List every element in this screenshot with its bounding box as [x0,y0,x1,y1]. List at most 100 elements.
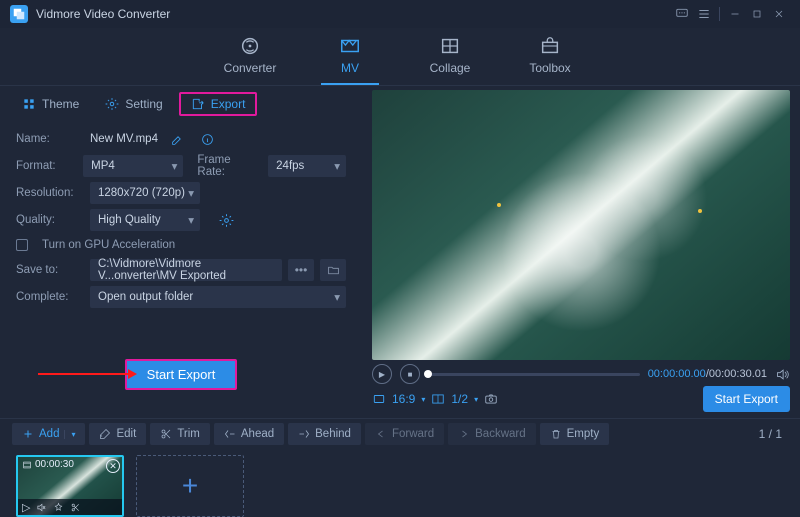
edit-name-icon[interactable] [168,129,188,149]
volume-icon[interactable] [775,367,790,382]
stop-button[interactable]: ■ [400,364,420,384]
btn-label: Backward [475,428,526,440]
btn-label: Behind [315,428,351,440]
gpu-checkbox[interactable] [16,239,28,251]
minimize-button[interactable] [724,3,746,25]
video-preview[interactable] [372,90,790,360]
format-select[interactable]: MP4 ▾ [83,155,183,177]
tab-mv[interactable]: MV [315,35,385,79]
edit-button[interactable]: Edit [89,423,146,445]
format-label: Format: [16,160,75,172]
backward-button: Backward [448,423,536,445]
format-value: MP4 [91,160,115,172]
quality-label: Quality: [16,214,82,226]
marker-icon [497,203,501,207]
total-time: 00:00:30.01 [709,368,767,380]
gpu-label: Turn on GPU Acceleration [42,239,175,251]
clip-effect-icon[interactable] [53,502,64,513]
clip-duration-value: 00:00:30 [35,459,74,470]
preview-page-select[interactable]: 1/2 ▾ [431,392,478,406]
menu-icon[interactable] [693,3,715,25]
framerate-label: Frame Rate: [197,154,260,178]
main-area: Theme Setting Export Name: New MV.mp4 [0,86,800,419]
clip-thumb[interactable]: 00:00:30 ✕ ▷ [16,455,124,517]
subtab-label: Theme [42,97,79,111]
preview-pane: ▶ ■ 00:00:00.00/00:00:30.01 16:9 ▾ 1/2 ▾ [362,86,800,418]
pagination: 1 / 1 [759,427,788,441]
tab-toolbox[interactable]: Toolbox [515,35,585,79]
btn-label: Trim [177,428,200,440]
resolution-label: Resolution: [16,187,82,199]
quality-settings-icon[interactable] [216,210,236,230]
btn-label: Empty [567,428,600,440]
complete-value: Open output folder [98,291,193,303]
marker-icon [698,209,702,213]
clip-toolbar: Add ▾ Edit Trim Ahead Behind Forward Bac… [0,419,800,449]
subtab-theme[interactable]: Theme [12,92,89,116]
tab-label: Converter [224,61,277,75]
main-tabs: Converter MV Collage Toolbox [0,28,800,86]
preview-options: 16:9 ▾ 1/2 ▾ Start Export [372,384,790,412]
app-title: Vidmore Video Converter [36,7,170,21]
tab-collage[interactable]: Collage [415,35,485,79]
remove-clip-button[interactable]: ✕ [106,459,120,473]
settings-pane: Theme Setting Export Name: New MV.mp4 [0,86,362,418]
aspect-value: 16:9 [392,392,415,406]
start-export-area: Start Export [16,354,346,394]
app-logo-icon [10,5,28,23]
btn-label: Edit [116,428,136,440]
tab-label: Toolbox [529,61,570,75]
maximize-button[interactable] [746,3,768,25]
playback-controls: ▶ ■ 00:00:00.00/00:00:30.01 [372,360,790,384]
forward-button: Forward [365,423,444,445]
export-form: Name: New MV.mp4 Format: MP4 ▾ Fra [0,122,362,398]
clip-actions: ▷ [18,499,122,515]
subtab-export[interactable]: Export [179,92,258,116]
timeline: 00:00:30 ✕ ▷ + [0,449,800,513]
btn-label: Ahead [241,428,274,440]
tab-label: Collage [430,61,471,75]
ahead-button[interactable]: Ahead [214,423,284,445]
framerate-value: 24fps [276,160,304,172]
quality-select[interactable]: High Quality ▾ [90,209,200,231]
quality-value: High Quality [98,214,161,226]
behind-button[interactable]: Behind [288,423,361,445]
tab-converter[interactable]: Converter [215,35,285,79]
add-button[interactable]: Add ▾ [12,423,85,445]
subtab-label: Setting [125,97,162,111]
add-clip-button[interactable]: + [136,455,244,517]
progress-slider[interactable] [428,373,640,376]
snapshot-button[interactable] [484,392,498,406]
feedback-icon[interactable] [671,3,693,25]
annotation-arrow-icon [38,373,134,375]
clip-play-icon[interactable]: ▷ [22,501,30,514]
resolution-select[interactable]: 1280x720 (720p) ▾ [90,182,200,204]
play-button[interactable]: ▶ [372,364,392,384]
clip-trim-icon[interactable] [70,502,81,513]
subtab-label: Export [211,97,246,111]
saveto-label: Save to: [16,264,82,276]
saveto-value: C:\Vidmore\Vidmore V...onverter\MV Expor… [98,258,274,282]
aspect-ratio-select[interactable]: 16:9 ▾ [372,392,425,406]
tab-label: MV [341,61,359,75]
start-export-button[interactable]: Start Export [125,359,238,390]
empty-button[interactable]: Empty [540,423,610,445]
trim-button[interactable]: Trim [150,423,210,445]
saveto-path[interactable]: C:\Vidmore\Vidmore V...onverter\MV Expor… [90,259,282,281]
framerate-select[interactable]: 24fps ▾ [268,155,346,177]
subtabs: Theme Setting Export [0,86,362,122]
start-export-button-right[interactable]: Start Export [703,386,790,412]
divider [719,7,720,21]
browse-button[interactable]: ••• [288,259,314,281]
name-label: Name: [16,133,82,145]
btn-label: Add [39,428,59,440]
complete-label: Complete: [16,291,82,303]
close-button[interactable] [768,3,790,25]
open-folder-button[interactable] [320,259,346,281]
subtab-setting[interactable]: Setting [95,92,172,116]
name-value: New MV.mp4 [90,133,158,145]
clip-mute-icon[interactable] [36,502,47,513]
info-icon[interactable] [198,129,218,149]
complete-select[interactable]: Open output folder ▾ [90,286,346,308]
btn-label: Forward [392,428,434,440]
